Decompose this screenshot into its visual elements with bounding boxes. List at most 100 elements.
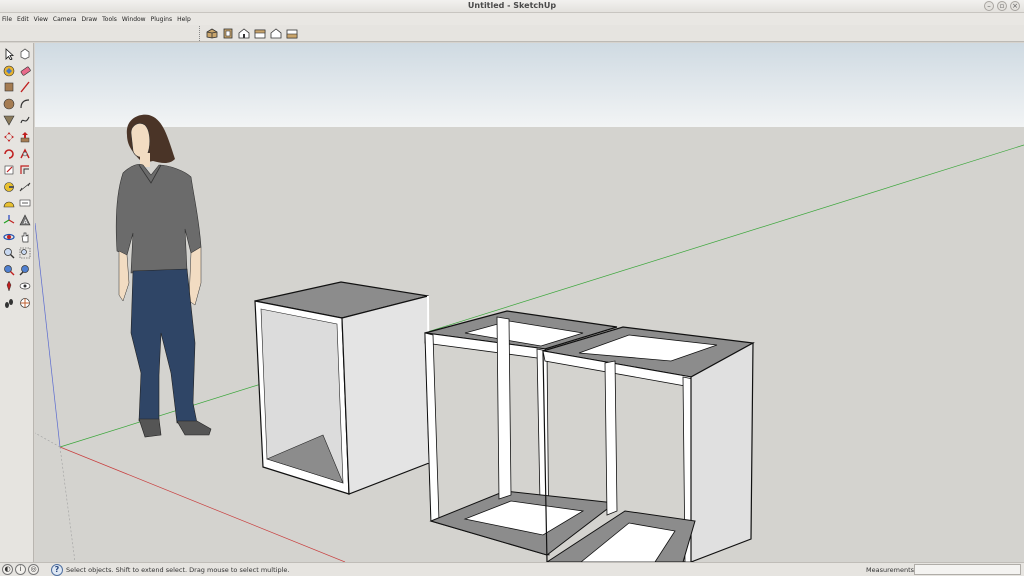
offset-tool[interactable] xyxy=(17,162,33,178)
orbit-tool[interactable] xyxy=(1,229,17,245)
3d-text-icon: A xyxy=(19,214,31,226)
menu-tools[interactable]: Tools xyxy=(102,16,117,23)
window-title: Untitled - SketchUp xyxy=(467,1,557,10)
rectangle-tool[interactable] xyxy=(1,79,17,95)
text-tool[interactable] xyxy=(17,195,33,211)
help-icon[interactable]: ? xyxy=(51,564,63,576)
front-view-button[interactable] xyxy=(236,27,252,41)
circle-icon xyxy=(3,98,15,110)
eraser-icon xyxy=(20,66,31,76)
menu-camera[interactable]: Camera xyxy=(53,16,77,23)
follow-me-icon xyxy=(20,147,30,158)
axes-tool[interactable] xyxy=(1,212,17,228)
eraser-tool[interactable] xyxy=(17,63,33,79)
scale-tool[interactable] xyxy=(1,162,17,178)
arc-tool[interactable] xyxy=(17,96,33,112)
protractor-icon xyxy=(3,202,15,208)
right-view-button[interactable] xyxy=(252,27,268,41)
select-tool[interactable] xyxy=(1,46,17,62)
menu-help[interactable]: Help xyxy=(177,16,191,23)
move-icon xyxy=(4,131,14,142)
arc-icon xyxy=(20,99,30,108)
zoom-icon xyxy=(4,248,15,259)
measurements-label: Measurements xyxy=(866,566,915,574)
circle-tool[interactable] xyxy=(1,96,17,112)
freehand-tool[interactable] xyxy=(17,112,33,128)
menu-edit[interactable]: Edit xyxy=(17,16,29,23)
measurements-input[interactable] xyxy=(914,564,1021,575)
rotate-icon xyxy=(4,148,14,159)
menu-window[interactable]: Window xyxy=(122,16,146,23)
back-view-button[interactable] xyxy=(268,27,284,41)
line-tool[interactable] xyxy=(17,79,33,95)
cabinet-box[interactable] xyxy=(254,281,430,495)
left-view-button[interactable] xyxy=(284,27,300,41)
pan-icon xyxy=(21,232,29,242)
look-around-icon xyxy=(19,282,31,290)
views-toolbar xyxy=(0,25,1024,42)
orbit-icon xyxy=(3,233,15,240)
previous-view-icon xyxy=(19,264,29,276)
menu-plugins[interactable]: Plugins xyxy=(151,16,173,23)
section-plane-tool[interactable] xyxy=(17,295,33,311)
iso-view-icon xyxy=(206,28,218,39)
push-pull-tool[interactable] xyxy=(17,129,33,145)
left-view-icon xyxy=(286,29,298,39)
menu-bar: File Edit View Camera Draw Tools Window … xyxy=(0,13,1024,25)
walk-tool[interactable] xyxy=(1,295,17,311)
title-bar: Untitled - SketchUp – ▫ × xyxy=(0,0,1024,13)
zoom-window-icon xyxy=(19,247,31,259)
close-button[interactable]: × xyxy=(1010,1,1020,11)
follow-me-tool[interactable] xyxy=(17,146,33,162)
scale-icon xyxy=(4,165,14,175)
menu-file[interactable]: File xyxy=(2,16,12,23)
zoom-extents-tool[interactable] xyxy=(1,262,17,278)
polygon-tool[interactable] xyxy=(1,112,17,128)
zoom-window-tool[interactable] xyxy=(17,245,33,261)
zoom-tool[interactable] xyxy=(1,245,17,261)
pan-tool[interactable] xyxy=(17,229,33,245)
line-icon xyxy=(20,81,30,93)
zoom-extents-icon xyxy=(4,264,15,276)
paint-bucket-tool[interactable] xyxy=(1,63,17,79)
minimize-button[interactable]: – xyxy=(984,1,994,11)
make-component-icon xyxy=(20,48,30,60)
window-controls: – ▫ × xyxy=(984,1,1020,11)
top-view-button[interactable] xyxy=(220,27,236,41)
drawing-viewport[interactable] xyxy=(35,43,1024,562)
credits-icon[interactable]: i xyxy=(15,564,26,575)
iso-view-button[interactable] xyxy=(204,27,220,41)
section-plane-icon xyxy=(20,298,30,308)
large-toolset: A xyxy=(0,43,34,562)
previous-view-tool[interactable] xyxy=(17,262,33,278)
sky xyxy=(35,43,1024,127)
views-group xyxy=(199,26,300,41)
protractor-tool[interactable] xyxy=(1,195,17,211)
user-icon[interactable]: ◎ xyxy=(28,564,39,575)
look-around-tool[interactable] xyxy=(17,278,33,294)
select-icon xyxy=(5,48,15,60)
push-pull-icon xyxy=(20,131,30,143)
tape-measure-tool[interactable] xyxy=(1,179,17,195)
sketchup-window: Untitled - SketchUp – ▫ × File Edit View… xyxy=(0,0,1024,576)
walk-icon xyxy=(5,298,13,308)
menu-draw[interactable]: Draw xyxy=(81,16,97,23)
position-camera-icon xyxy=(6,280,12,293)
geo-location-icon[interactable]: ◐ xyxy=(2,564,13,575)
position-camera-tool[interactable] xyxy=(1,278,17,294)
status-bar: ◐ i ◎ ? Select objects. Shift to extend … xyxy=(0,562,1024,576)
paint-bucket-icon xyxy=(3,65,15,76)
top-view-icon xyxy=(223,28,233,39)
menu-view[interactable]: View xyxy=(34,16,48,23)
front-view-icon xyxy=(238,28,250,39)
dimension-tool[interactable] xyxy=(17,179,33,195)
scene xyxy=(35,43,1024,562)
make-component-tool[interactable] xyxy=(17,46,33,62)
maximize-button[interactable]: ▫ xyxy=(997,1,1007,11)
text-icon xyxy=(19,200,31,207)
3d-text-tool[interactable]: A xyxy=(17,212,33,228)
right-view-icon xyxy=(254,29,266,39)
axes-icon xyxy=(3,214,15,224)
move-tool[interactable] xyxy=(1,129,17,145)
rotate-tool[interactable] xyxy=(1,146,17,162)
